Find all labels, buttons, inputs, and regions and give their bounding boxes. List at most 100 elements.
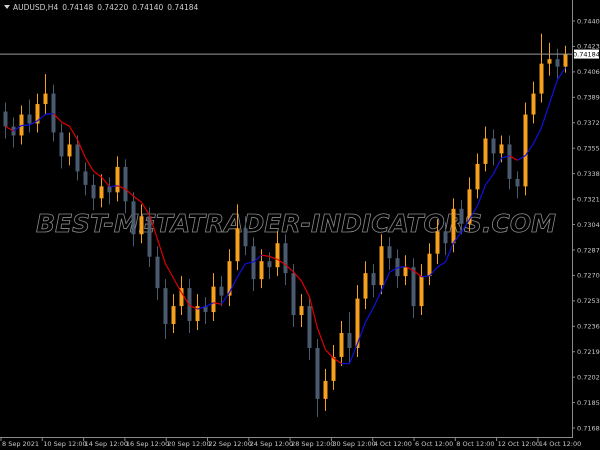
candle-body [419, 276, 424, 307]
candle [299, 294, 304, 328]
ma-segment [101, 176, 110, 188]
candle [323, 368, 328, 411]
candle-body [275, 243, 280, 268]
x-tick-label: 8 Oct 12:00 [456, 440, 494, 448]
candle-body [323, 380, 328, 399]
x-tick-label: 14 Sep 12:00 [85, 440, 128, 448]
price-chart[interactable]: BEST-METATRADER-INDICATORS.COM 0.74405 0.… [0, 0, 600, 450]
candle [203, 297, 208, 325]
candle-body [67, 144, 72, 157]
x-tick-label: 10 Sep 12:00 [43, 440, 86, 448]
x-tick-label: 16 Sep 12:00 [126, 440, 169, 448]
candle [363, 261, 368, 310]
candle [195, 294, 200, 331]
candle [331, 344, 336, 390]
candle-body [379, 246, 384, 286]
y-tick-label: 0.72365 [577, 323, 600, 331]
x-tick-label: 6 Oct 12:00 [415, 440, 453, 448]
candle-body [523, 114, 528, 187]
candle-body [99, 186, 104, 199]
ma-segment [548, 79, 559, 104]
symbol-timeframe: AUDUSD,H4 [13, 3, 59, 12]
ma-segment [556, 67, 567, 80]
candle-body [307, 306, 312, 348]
candle [403, 255, 408, 286]
y-tick-label: 0.73045 [577, 221, 600, 229]
x-tick-label: 28 Sep 12:00 [291, 440, 334, 448]
current-price-label: 0.74184 [573, 49, 600, 59]
candle-body [547, 59, 552, 64]
candle-body [443, 231, 448, 244]
candle [531, 81, 536, 124]
dropdown-triangle-icon[interactable] [4, 5, 10, 9]
candle-body [163, 288, 168, 325]
candle-body [427, 253, 432, 277]
high-value: 0.74220 [97, 3, 129, 12]
candle [35, 93, 40, 133]
ma-segment [236, 263, 247, 278]
candle [523, 102, 528, 196]
x-tick-label: 8 Sep 2021 [2, 440, 39, 448]
candle-body [491, 138, 496, 154]
x-tick-label: 22 Sep 12:00 [209, 440, 252, 448]
y-axis-ticks: 0.744050.742350.740650.738950.737250.735… [572, 17, 600, 432]
ma-segment [316, 328, 327, 350]
ma-segment [93, 170, 102, 178]
candle-body [387, 246, 392, 259]
x-tick-label: 14 Oct 12:00 [539, 440, 581, 448]
y-tick-label: 0.73555 [577, 145, 600, 153]
watermark-text: BEST-METATRADER-INDICATORS.COM [36, 209, 556, 238]
candle [51, 84, 56, 142]
candle-body [499, 144, 504, 154]
ma-segment [261, 254, 270, 257]
candle [67, 132, 72, 166]
candle-body [147, 216, 152, 257]
candle [507, 135, 512, 190]
candle-body [155, 256, 160, 289]
candle [163, 279, 168, 340]
y-tick-label: 0.72535 [577, 297, 600, 305]
candle-body [171, 306, 176, 325]
candle-body [219, 286, 224, 296]
x-axis-ticks: 8 Sep 2021 10 Sep 12:0014 Sep 12:0016 Sep… [0, 437, 581, 448]
candle [3, 102, 8, 139]
candle-body [555, 59, 560, 67]
candle-body [59, 132, 64, 157]
candle-body [315, 347, 320, 399]
candle-body [3, 111, 8, 127]
y-tick-label: 0.72705 [577, 272, 600, 280]
candle-body [83, 171, 88, 185]
ma-segment [68, 125, 79, 140]
candle [27, 99, 32, 133]
candle [283, 234, 288, 286]
ma-segment [492, 157, 503, 175]
candle-body [259, 261, 264, 280]
candle [339, 321, 344, 366]
close-value: 0.74184 [167, 3, 199, 12]
ma-segment [485, 173, 494, 186]
candle [379, 234, 384, 295]
candle-body [347, 333, 352, 348]
candle-body [51, 93, 56, 133]
y-tick-label: 0.74065 [577, 68, 600, 76]
candle [211, 273, 216, 322]
ma-segment [364, 307, 375, 323]
candle-body [339, 333, 344, 357]
candle-body [483, 138, 488, 164]
y-tick-label: 0.73215 [577, 195, 600, 203]
candle-body [267, 261, 272, 268]
candle [467, 177, 472, 232]
x-tick-label: 24 Sep 12:00 [250, 440, 293, 448]
x-tick-label: 12 Oct 12:00 [498, 440, 540, 448]
ma-segment [172, 277, 183, 293]
open-value: 0.74148 [62, 3, 94, 12]
candle [59, 123, 64, 169]
y-tick-label: 0.73385 [577, 170, 600, 178]
candle-body [507, 144, 512, 179]
candle-body [43, 93, 48, 105]
ma-segment [372, 289, 383, 308]
candle-body [539, 63, 544, 94]
candle-body [403, 267, 408, 277]
candle-body [563, 54, 568, 67]
ma-segment [61, 121, 70, 127]
